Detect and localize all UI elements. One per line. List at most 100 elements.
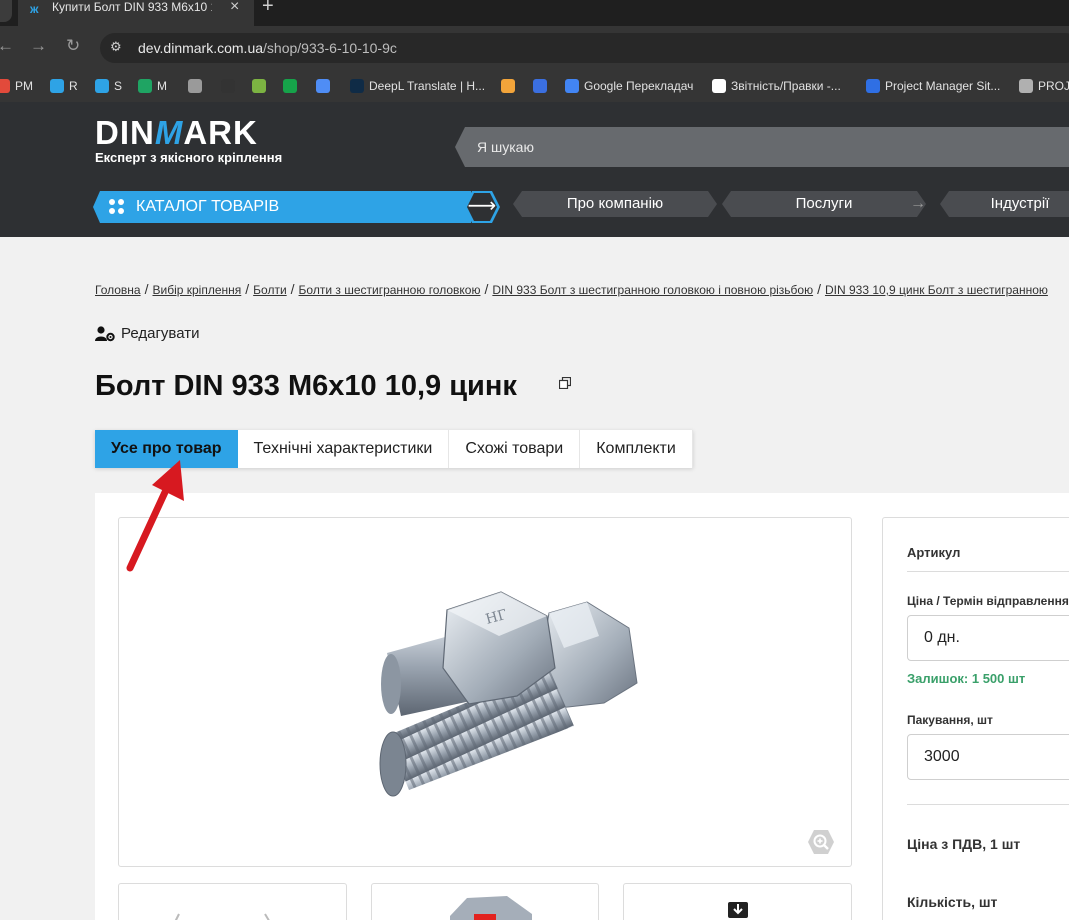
technical-drawing-icon xyxy=(174,913,270,920)
search-input[interactable]: Я шукаю xyxy=(455,127,1069,167)
back-icon[interactable]: ← xyxy=(0,36,14,56)
dinmark-favicon-icon: ж xyxy=(30,2,39,16)
packaging-select[interactable]: 3000 xyxy=(907,734,1069,780)
nav-about[interactable]: Про компанію xyxy=(513,191,717,217)
bookmark-item[interactable]: Звітність/Правки -... xyxy=(712,77,841,95)
bookmark-label: Звітність/Правки -... xyxy=(731,79,841,93)
tab-technical-specs[interactable]: Технічні характеристики xyxy=(238,430,450,468)
address-bar-row: ← → ↻ ⚙ dev.dinmark.com.ua/shop/933-6-10… xyxy=(0,26,1069,70)
breadcrumb-home[interactable]: Головна xyxy=(95,283,141,297)
bookmark-favicon-icon xyxy=(252,79,266,93)
bookmark-item[interactable]: Google Перекладач xyxy=(565,77,693,95)
bookmark-label: PM xyxy=(15,79,33,93)
forward-icon[interactable]: → xyxy=(30,36,47,56)
tab-title: Купити Болт DIN 933 M6x10 10,9 цинк xyxy=(52,0,212,14)
bookmark-item[interactable] xyxy=(188,77,202,95)
bookmark-favicon-icon xyxy=(316,79,330,93)
catalog-button[interactable]: КАТАЛОГ ТОВАРІВ ⟶ xyxy=(93,191,503,223)
bookmark-favicon-icon xyxy=(283,79,297,93)
page-title: Болт DIN 933 M6x10 10,9 цинк xyxy=(95,370,517,402)
catalog-label: КАТАЛОГ ТОВАРІВ xyxy=(136,198,280,215)
url-path: /shop/933-6-10-10-9c xyxy=(263,40,397,56)
logo-text-ark: ARK xyxy=(183,114,258,151)
tab-similar-products[interactable]: Схожі товари xyxy=(449,430,581,468)
previous-tab[interactable] xyxy=(0,0,12,22)
nav-arrow-icon[interactable]: → xyxy=(905,191,931,217)
user-gear-icon xyxy=(95,325,115,341)
bookmark-item[interactable]: S xyxy=(95,77,122,95)
breadcrumb-hex-bolts[interactable]: Болти з шестигранною головкою xyxy=(299,283,481,297)
term-field[interactable]: 0 дн. xyxy=(907,615,1069,661)
article-label: Артикул xyxy=(907,545,961,560)
breadcrumb-bolts[interactable]: Болти xyxy=(253,283,287,297)
bookmark-favicon-icon xyxy=(350,79,364,93)
bookmark-item[interactable] xyxy=(252,77,266,95)
bookmark-label: PROJ xyxy=(1038,79,1069,93)
edit-link[interactable]: Редагувати xyxy=(95,325,200,342)
divider xyxy=(907,804,1069,805)
thumbnail-bolt-photo[interactable] xyxy=(371,883,599,920)
bookmark-item[interactable] xyxy=(221,77,235,95)
zoom-in-icon[interactable] xyxy=(807,828,835,856)
bookmark-item[interactable]: PM xyxy=(0,77,33,95)
bookmark-item[interactable]: Project Manager Sit... xyxy=(866,77,1000,95)
annotation-arrow-icon xyxy=(126,460,184,572)
grid-dots-icon xyxy=(109,199,125,215)
bookmark-label: DeepL Translate | Н... xyxy=(369,79,486,93)
bookmark-label: S xyxy=(114,79,123,93)
packaging-label: Пакування, шт xyxy=(907,713,993,727)
breadcrumb-din933-zinc[interactable]: DIN 933 10,9 цинк Болт з шестигранною xyxy=(825,283,1048,297)
price-vat-label: Ціна з ПДВ, 1 шт xyxy=(907,836,1021,852)
url-host: dev.dinmark.com.ua xyxy=(138,40,264,56)
breadcrumb-din933[interactable]: DIN 933 Болт з шестигранною головкою і п… xyxy=(492,283,813,297)
thumbnail-drawing[interactable] xyxy=(118,883,347,920)
nav-industries[interactable]: Індустрії xyxy=(940,191,1069,217)
browser-tab-active[interactable]: ж Купити Болт DIN 933 M6x10 10,9 цинк × xyxy=(18,0,254,26)
nav-services[interactable]: Послуги xyxy=(722,191,926,217)
bookmark-item[interactable]: R xyxy=(50,77,78,95)
bookmark-item[interactable] xyxy=(501,77,515,95)
logo-tagline: Експерт з якісного кріплення xyxy=(95,150,283,165)
reload-icon[interactable]: ↻ xyxy=(66,36,80,56)
browser-tab-bar: ж Купити Болт DIN 933 M6x10 10,9 цинк × … xyxy=(0,0,1069,26)
download-icon xyxy=(728,902,748,918)
bookmark-item[interactable] xyxy=(316,77,330,95)
bookmark-favicon-icon xyxy=(866,79,880,93)
bookmark-favicon-icon xyxy=(50,79,64,93)
bookmark-item[interactable]: M xyxy=(138,77,167,95)
breadcrumb: Головна / Вибір кріплення / Болти / Болти з ше… xyxy=(95,281,1048,297)
bolt-thumbnail-image xyxy=(450,896,532,920)
price-term-label: Ціна / Термін відправлення / xyxy=(907,594,1069,608)
bookmark-favicon-icon xyxy=(138,79,152,93)
thumbnail-download[interactable] xyxy=(623,883,852,920)
bookmark-favicon-icon xyxy=(712,79,726,93)
divider xyxy=(907,571,1069,572)
logo-text-m: M xyxy=(154,114,184,151)
bookmark-item[interactable] xyxy=(533,77,547,95)
quantity-label: Кількість, шт xyxy=(907,894,998,910)
bookmark-favicon-icon xyxy=(221,79,235,93)
close-tab-icon[interactable]: × xyxy=(230,0,239,16)
new-tab-icon[interactable]: + xyxy=(262,0,274,18)
bookmarks-bar: PM R S M DeepL Translate | Н... Google Перекл… xyxy=(0,70,1069,102)
search-placeholder: Я шукаю xyxy=(477,139,534,155)
copy-icon[interactable] xyxy=(559,377,571,389)
logo-text-din: DIN xyxy=(95,114,155,151)
product-image-box[interactable]: НГ xyxy=(118,517,852,867)
site-info-icon[interactable]: ⚙ xyxy=(110,39,122,55)
bookmark-item[interactable]: PROJ xyxy=(1019,77,1069,95)
site-header: DINMARK Експерт з якісного кріплення Я ш… xyxy=(0,102,1069,237)
url-input[interactable]: ⚙ dev.dinmark.com.ua/shop/933-6-10-10-9c xyxy=(100,33,1069,63)
bookmark-label: Project Manager Sit... xyxy=(885,79,1001,93)
bookmark-label: R xyxy=(69,79,78,93)
bookmark-item[interactable]: DeepL Translate | Н... xyxy=(350,77,485,95)
bookmark-favicon-icon xyxy=(0,79,10,93)
bookmark-favicon-icon xyxy=(565,79,579,93)
bookmark-favicon-icon xyxy=(533,79,547,93)
breadcrumb-fastener-choice[interactable]: Вибір кріплення xyxy=(152,283,241,297)
dinmark-logo[interactable]: DINMARK Експерт з якісного кріплення xyxy=(95,114,283,166)
bolt-image: НГ xyxy=(379,591,638,797)
bookmark-favicon-icon xyxy=(95,79,109,93)
tab-kits[interactable]: Комплекти xyxy=(580,430,693,468)
bookmark-item[interactable] xyxy=(283,77,297,95)
